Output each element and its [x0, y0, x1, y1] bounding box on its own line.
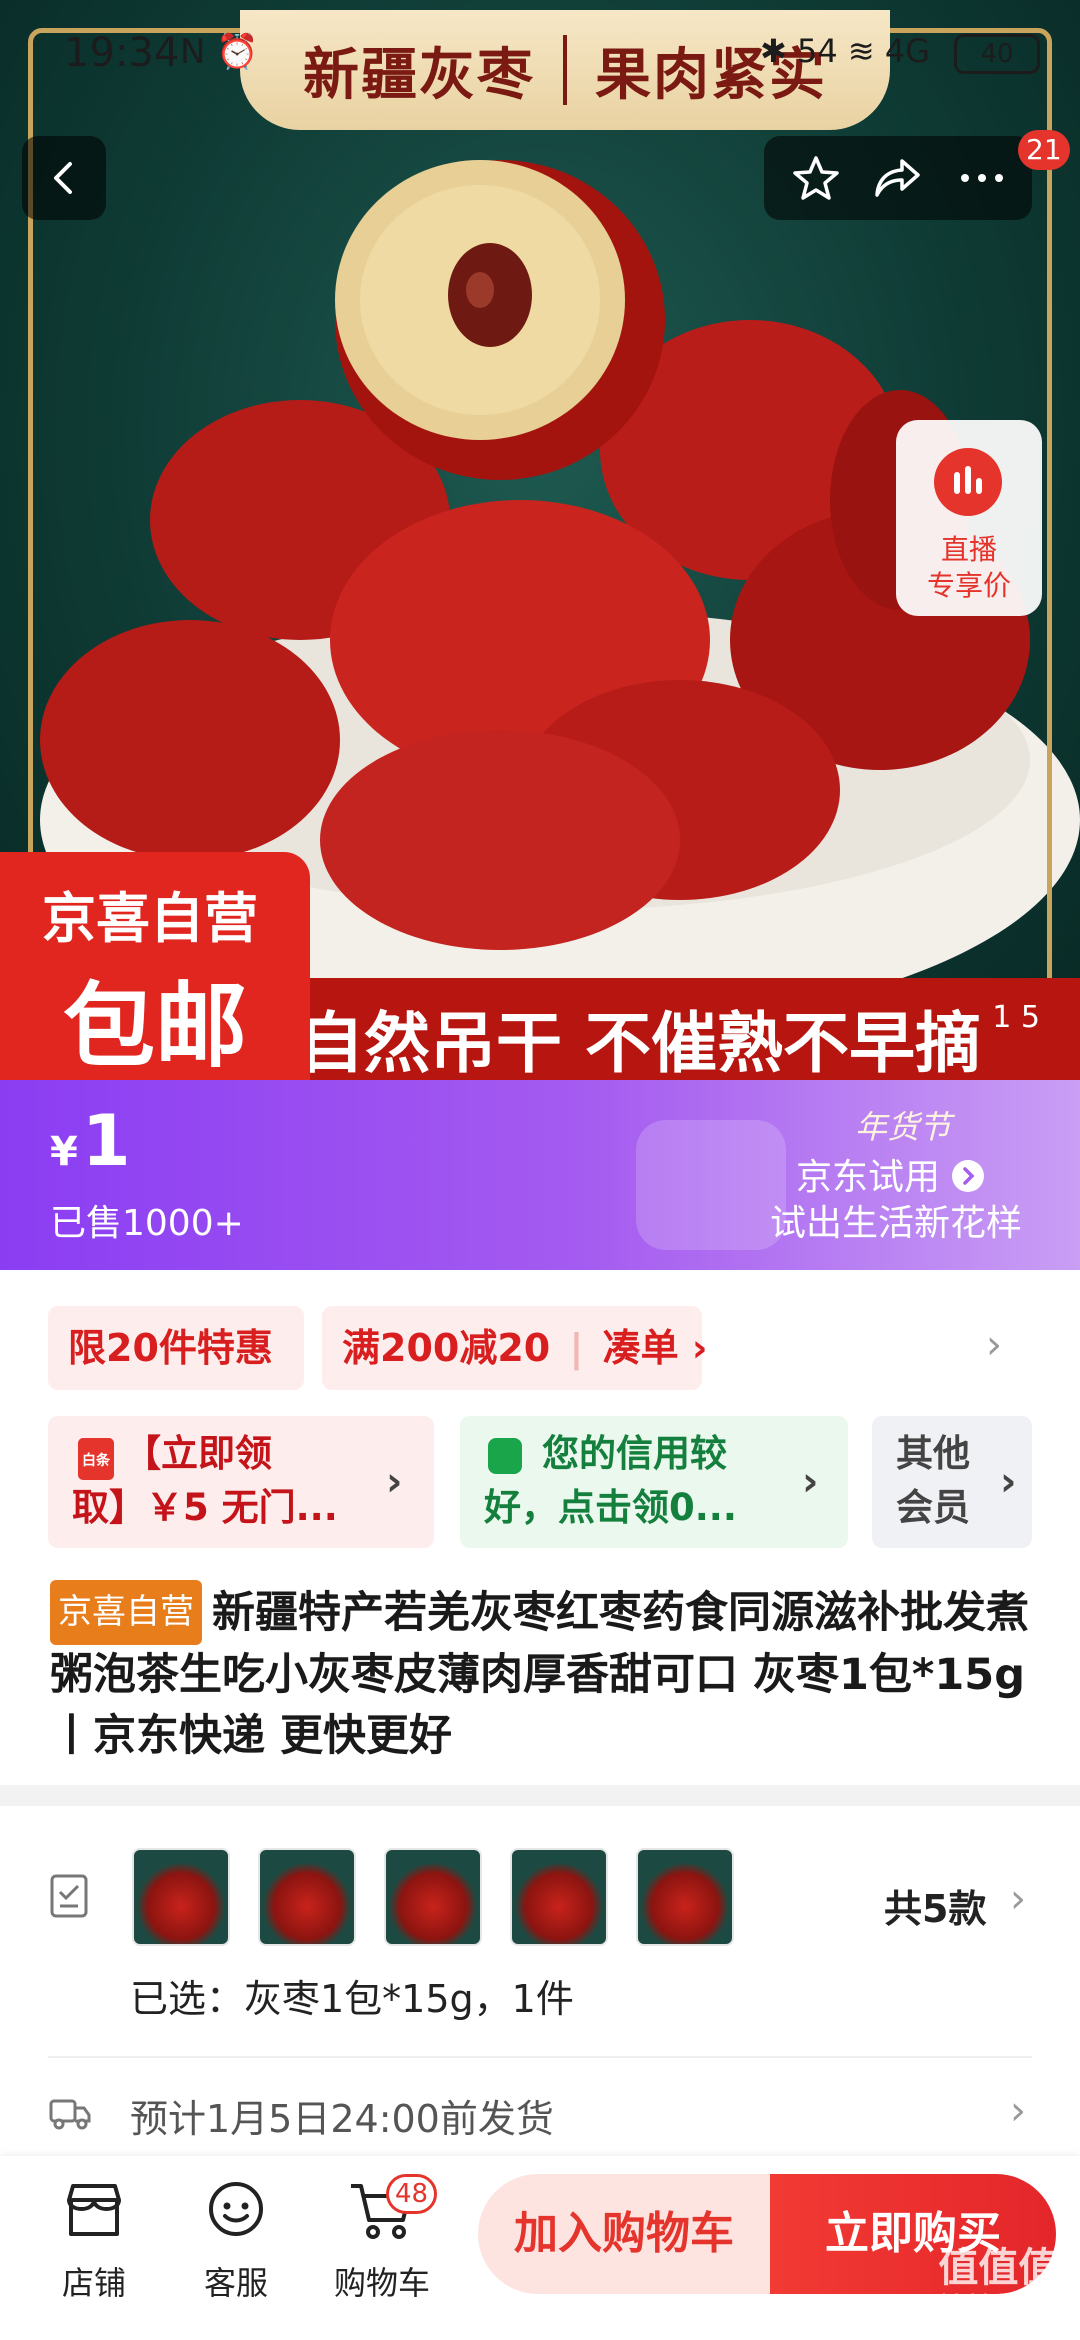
coupon-card-1[interactable]: 白条 【立即领 取】￥5 无门... › [48, 1416, 434, 1548]
spec-card[interactable]: 共5款 › 已选：灰枣1包*15g，1件 预计1月5日24:00前发货 › [0, 1806, 1080, 2166]
credit-icon [488, 1438, 522, 1474]
shop-button[interactable]: 店铺 [34, 2176, 154, 2304]
spec-list-icon [50, 1874, 88, 1918]
service-label: 客服 [203, 2264, 268, 2302]
shopping-bag-icon [636, 1120, 786, 1250]
chevron-left-icon [54, 162, 72, 194]
share-icon [875, 159, 920, 197]
more-dots-icon [961, 174, 1003, 182]
trial-entry[interactable]: 京东试用 [796, 1148, 985, 1200]
chevron-right-icon: › [386, 1459, 403, 1505]
divider [48, 2056, 1032, 2058]
slogan-strip: 自然吊干 不催熟不早摘 [290, 978, 1080, 1080]
star-icon [793, 156, 839, 200]
discount-action: 凑单 [602, 1326, 679, 1370]
variant-thumbnail[interactable] [258, 1848, 356, 1946]
watermark-main: 值值值 [938, 2245, 1059, 2291]
trial-subtitle: 试出生活新花样 [770, 1203, 1023, 1244]
coupon2-line1: 您的信用较 [542, 1432, 727, 1475]
more-button[interactable] [952, 148, 1012, 208]
slogan-text: 自然吊干 不催熟不早摘 [298, 1005, 981, 1080]
shop-icon [67, 2184, 121, 2236]
status-left-icons: N ⏰ [180, 32, 259, 72]
status-time: 19:34 [64, 30, 180, 76]
product-image-carousel[interactable]: 新疆灰枣 果肉紧实 19:34 N ⏰ ✱ 54 ≋ 4G 40 21 直播 专… [0, 0, 1080, 1080]
cart-label: 购物车 [333, 2264, 430, 2302]
status-right-icons: ✱ 54 ≋ 4G [759, 32, 930, 70]
bottom-action-bar: 店铺 客服 购物车 48 加入购物车 立即购买 [0, 2156, 1080, 2340]
limit-deal-tag[interactable]: 限20件特惠 [48, 1306, 304, 1390]
coupon3-line2: 会员 [896, 1486, 970, 1529]
chevron-right-icon: › [691, 1326, 708, 1370]
product-info-card: 限20件特惠 满200减20 | 凑单 › › 白条 【立即领 取】￥5 无门.… [0, 1270, 1080, 1785]
coupon1-line1: 【立即领 [124, 1432, 272, 1475]
tag-divider: | [569, 1326, 584, 1370]
price-value: 1 [81, 1100, 131, 1182]
variant-thumbnail[interactable] [384, 1848, 482, 1946]
status-bar: 19:34 N ⏰ ✱ 54 ≋ 4G 40 [0, 22, 1080, 82]
price-bar: ¥1 已售1000+ 年货节 京东试用 试出生活新花样 [0, 1080, 1080, 1270]
shop-label: 店铺 [61, 2264, 126, 2302]
chevron-right-icon: › [1010, 1876, 1026, 1922]
variant-thumbnail[interactable] [510, 1848, 608, 1946]
shipping-estimate: 预计1月5日24:00前发货 [130, 2097, 554, 2141]
coupon1-line2: 取】￥5 无门... [72, 1486, 338, 1529]
truck-icon [49, 2099, 91, 2130]
live-label-2: 专享价 [926, 569, 1011, 602]
variant-count: 共5款 [884, 1887, 987, 1931]
image-indicator: 1 5 [992, 1000, 1040, 1035]
add-to-cart-button[interactable]: 加入购物车 [478, 2174, 770, 2294]
currency-symbol: ¥ [50, 1129, 78, 1175]
coupon-icon: 白条 [78, 1438, 114, 1480]
stamp-line-2: 包邮 [62, 973, 247, 1080]
chevron-circle-right-icon [952, 1160, 985, 1192]
selected-variant: 已选：灰枣1包*15g，1件 [130, 1977, 574, 2021]
product-page: 新疆灰枣 果肉紧实 19:34 N ⏰ ✱ 54 ≋ 4G 40 21 直播 专… [0, 0, 1080, 2340]
coupon-card-2[interactable]: 您的信用较 好，点击领0... › [460, 1416, 848, 1548]
service-button[interactable]: 客服 [176, 2176, 296, 2304]
coupon-card-3[interactable]: 其他 会员 › [872, 1416, 1032, 1548]
self-operated-tag: 京喜自营 [50, 1580, 202, 1645]
price: ¥1 [50, 1100, 131, 1182]
product-title: 京喜自营 新疆特产若羌灰枣红枣药食同源滋补批发煮粥泡茶生吃小灰枣皮薄肉厚香甜可口 … [50, 1580, 1040, 1767]
share-button[interactable] [868, 148, 928, 208]
back-button[interactable] [22, 136, 106, 220]
variant-thumbnail[interactable] [636, 1848, 734, 1946]
coupon3-line1: 其他 [896, 1432, 970, 1475]
live-stream-entry[interactable]: 直播 专享价 [896, 420, 1042, 616]
watermark-sub: zhizhizhi.com [930, 2290, 1066, 2314]
chevron-right-icon: › [1010, 2088, 1026, 2134]
message-badge: 21 [1018, 130, 1070, 170]
discount-text: 满200减20 [342, 1326, 551, 1370]
live-icon [934, 448, 1002, 516]
chat-icon [209, 2182, 263, 2236]
chevron-right-icon: › [1000, 1459, 1017, 1505]
cart-count-badge: 48 [386, 2174, 438, 2214]
trial-title: 京东试用 [796, 1157, 941, 1198]
variant-thumbnail[interactable] [132, 1848, 230, 1946]
live-label-1: 直播 [940, 533, 997, 566]
site-watermark: 值值值 zhizhizhi.com [931, 2246, 1066, 2314]
discount-tag[interactable]: 满200减20 | 凑单 › [322, 1306, 707, 1390]
battery-icon: 40 [954, 34, 1040, 74]
stamp-line-1: 京喜自营 [42, 887, 258, 950]
chevron-right-icon: › [802, 1459, 819, 1505]
favorite-button[interactable] [786, 148, 846, 208]
chevron-right-icon[interactable]: › [986, 1322, 1002, 1368]
top-action-group [764, 136, 1032, 220]
sold-count: 已售1000+ [50, 1203, 244, 1244]
coupon2-line2: 好，点击领0... [484, 1486, 737, 1529]
festival-label: 年货节 [855, 1108, 952, 1146]
self-operated-stamp: 京喜自营 包邮 [0, 852, 310, 1080]
